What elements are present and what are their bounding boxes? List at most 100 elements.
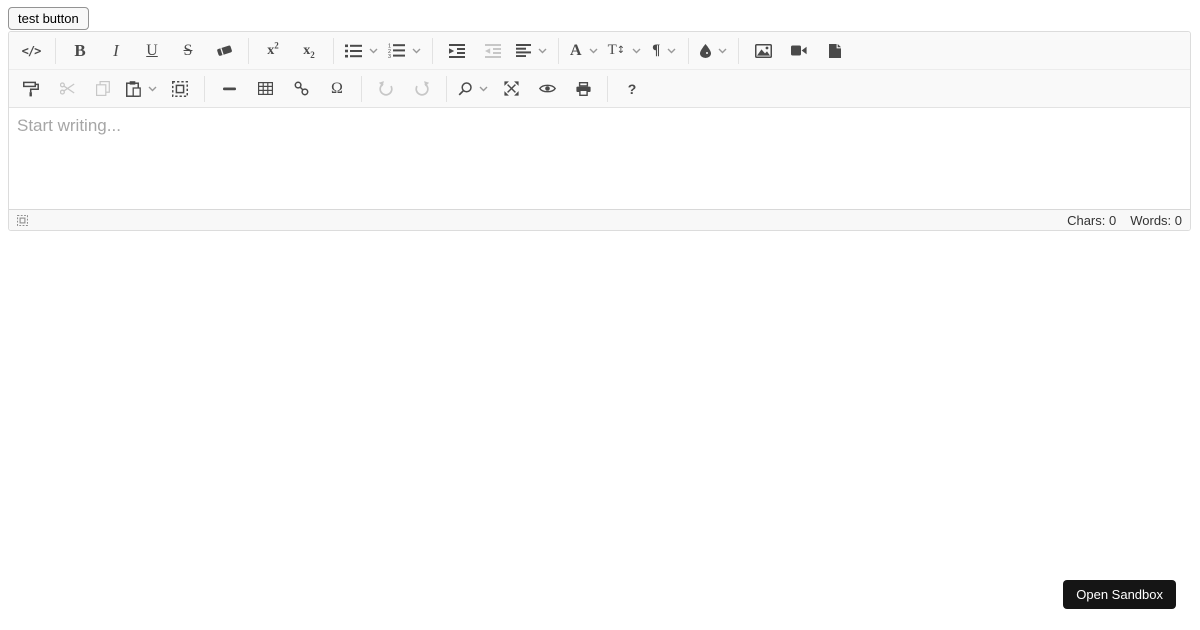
toolbar-row-2: Ω ? xyxy=(9,70,1190,108)
select-all-button[interactable] xyxy=(167,75,193,103)
svg-text:3: 3 xyxy=(388,54,391,58)
eraser-icon xyxy=(216,45,232,56)
toolbar-separator xyxy=(333,37,334,64)
droplet-icon xyxy=(700,43,712,58)
chevron-down-icon xyxy=(589,48,598,53)
bold-button[interactable]: B xyxy=(67,37,93,65)
insert-image-button[interactable] xyxy=(750,37,776,65)
question-mark-icon: ? xyxy=(627,80,637,97)
toolbar-separator xyxy=(361,75,362,102)
chevron-down-icon xyxy=(632,48,641,53)
superscript-exponent: 2 xyxy=(274,39,279,50)
code-view-button[interactable]: </> xyxy=(18,37,44,65)
chevron-down-icon xyxy=(538,48,547,53)
toolbar-separator xyxy=(688,37,690,64)
print-button[interactable] xyxy=(570,75,596,103)
brush-color-button[interactable] xyxy=(700,37,727,65)
outdent-icon xyxy=(485,43,501,58)
font-size-letter: T xyxy=(607,42,617,58)
undo-icon xyxy=(378,81,393,96)
align-left-icon xyxy=(516,44,531,57)
eye-icon xyxy=(538,84,556,93)
file-icon xyxy=(829,43,842,58)
insert-file-button[interactable] xyxy=(822,37,848,65)
chevron-down-icon xyxy=(148,86,157,91)
font-size-button[interactable]: T↕ xyxy=(608,37,642,65)
char-counter: Chars: 0 xyxy=(1067,212,1117,228)
toolbar-separator xyxy=(55,37,56,64)
underline-icon: U xyxy=(146,41,158,59)
redo-icon xyxy=(415,81,430,96)
indent-button[interactable] xyxy=(444,37,470,65)
dashed-square-icon xyxy=(17,214,28,226)
bold-icon: B xyxy=(74,41,86,60)
link-icon xyxy=(294,81,308,96)
omega-icon: Ω xyxy=(331,79,343,97)
strikethrough-button[interactable]: S xyxy=(175,37,201,65)
italic-button[interactable]: I xyxy=(103,37,129,65)
chevron-down-icon xyxy=(479,86,488,91)
editor-placeholder: Start writing... xyxy=(17,116,121,135)
open-sandbox-button[interactable]: Open Sandbox xyxy=(1063,580,1176,609)
fullscreen-button[interactable] xyxy=(498,75,524,103)
insert-video-button[interactable] xyxy=(786,37,812,65)
toolbar-separator xyxy=(432,37,433,64)
test-button[interactable]: test button xyxy=(8,7,89,30)
subscript-button[interactable]: x2 xyxy=(296,37,322,65)
toolbar-separator xyxy=(248,37,249,64)
toolbar-separator xyxy=(204,75,205,102)
preview-button[interactable] xyxy=(534,75,560,103)
undo-button[interactable] xyxy=(373,75,399,103)
toolbar-separator xyxy=(738,37,740,64)
superscript-button[interactable]: x2 xyxy=(260,37,286,65)
help-button[interactable]: ? xyxy=(619,75,645,103)
font-size-arrows: ↕ xyxy=(616,45,626,56)
paste-button[interactable] xyxy=(126,75,157,103)
font-family-button[interactable]: A xyxy=(570,37,598,65)
chevron-down-icon xyxy=(369,48,378,53)
ordered-list-button[interactable]: 1 2 3 xyxy=(388,37,421,65)
chevron-down-icon xyxy=(412,48,421,53)
italic-icon: I xyxy=(113,41,119,60)
editor-content[interactable]: Start writing... xyxy=(9,108,1190,209)
search-button[interactable] xyxy=(458,75,488,103)
underline-button[interactable]: U xyxy=(139,37,165,65)
format-painter-button[interactable] xyxy=(18,75,44,103)
clear-formatting-button[interactable] xyxy=(211,37,237,65)
font-family-icon: A xyxy=(570,41,582,59)
statusbar-handle-button[interactable] xyxy=(17,214,28,226)
table-icon xyxy=(257,82,273,95)
ordered-list-icon: 1 2 3 xyxy=(388,43,405,58)
insert-table-button[interactable] xyxy=(252,75,278,103)
outdent-button[interactable] xyxy=(480,37,506,65)
toolbar-row-1: </> B I U S x2 x2 1 2 3 A T↕ ¶ xyxy=(9,32,1190,70)
word-counter: Words: 0 xyxy=(1130,212,1182,228)
insert-link-button[interactable] xyxy=(288,75,314,103)
chevron-down-icon xyxy=(718,48,727,53)
rich-text-editor: </> B I U S x2 x2 1 2 3 A T↕ ¶ Ω ? Start… xyxy=(8,31,1191,231)
paragraph-format-button[interactable]: ¶ xyxy=(651,37,677,65)
copy-icon xyxy=(96,81,110,96)
cut-button[interactable] xyxy=(54,75,80,103)
unordered-list-button[interactable] xyxy=(345,37,378,65)
counters: Chars: 0 Words: 0 xyxy=(1067,213,1182,228)
superscript-icon: x2 xyxy=(267,40,279,58)
printer-icon xyxy=(575,81,591,96)
indent-icon xyxy=(449,43,465,58)
code-view-icon: </> xyxy=(21,43,42,58)
horizontal-rule-button[interactable] xyxy=(216,75,242,103)
toolbar-separator xyxy=(607,75,608,102)
subscript-index: 2 xyxy=(310,49,315,60)
font-size-icon: T↕ xyxy=(608,43,626,58)
toolbar-separator xyxy=(446,75,447,102)
search-icon xyxy=(458,81,472,96)
subscript-icon: x2 xyxy=(303,43,315,60)
fullscreen-icon xyxy=(503,81,519,96)
video-camera-icon xyxy=(791,45,807,56)
redo-button[interactable] xyxy=(409,75,435,103)
horizontal-line-icon xyxy=(222,87,236,90)
copy-button[interactable] xyxy=(90,75,116,103)
special-characters-button[interactable]: Ω xyxy=(324,75,350,103)
chevron-down-icon xyxy=(667,48,676,53)
align-button[interactable] xyxy=(516,37,547,65)
